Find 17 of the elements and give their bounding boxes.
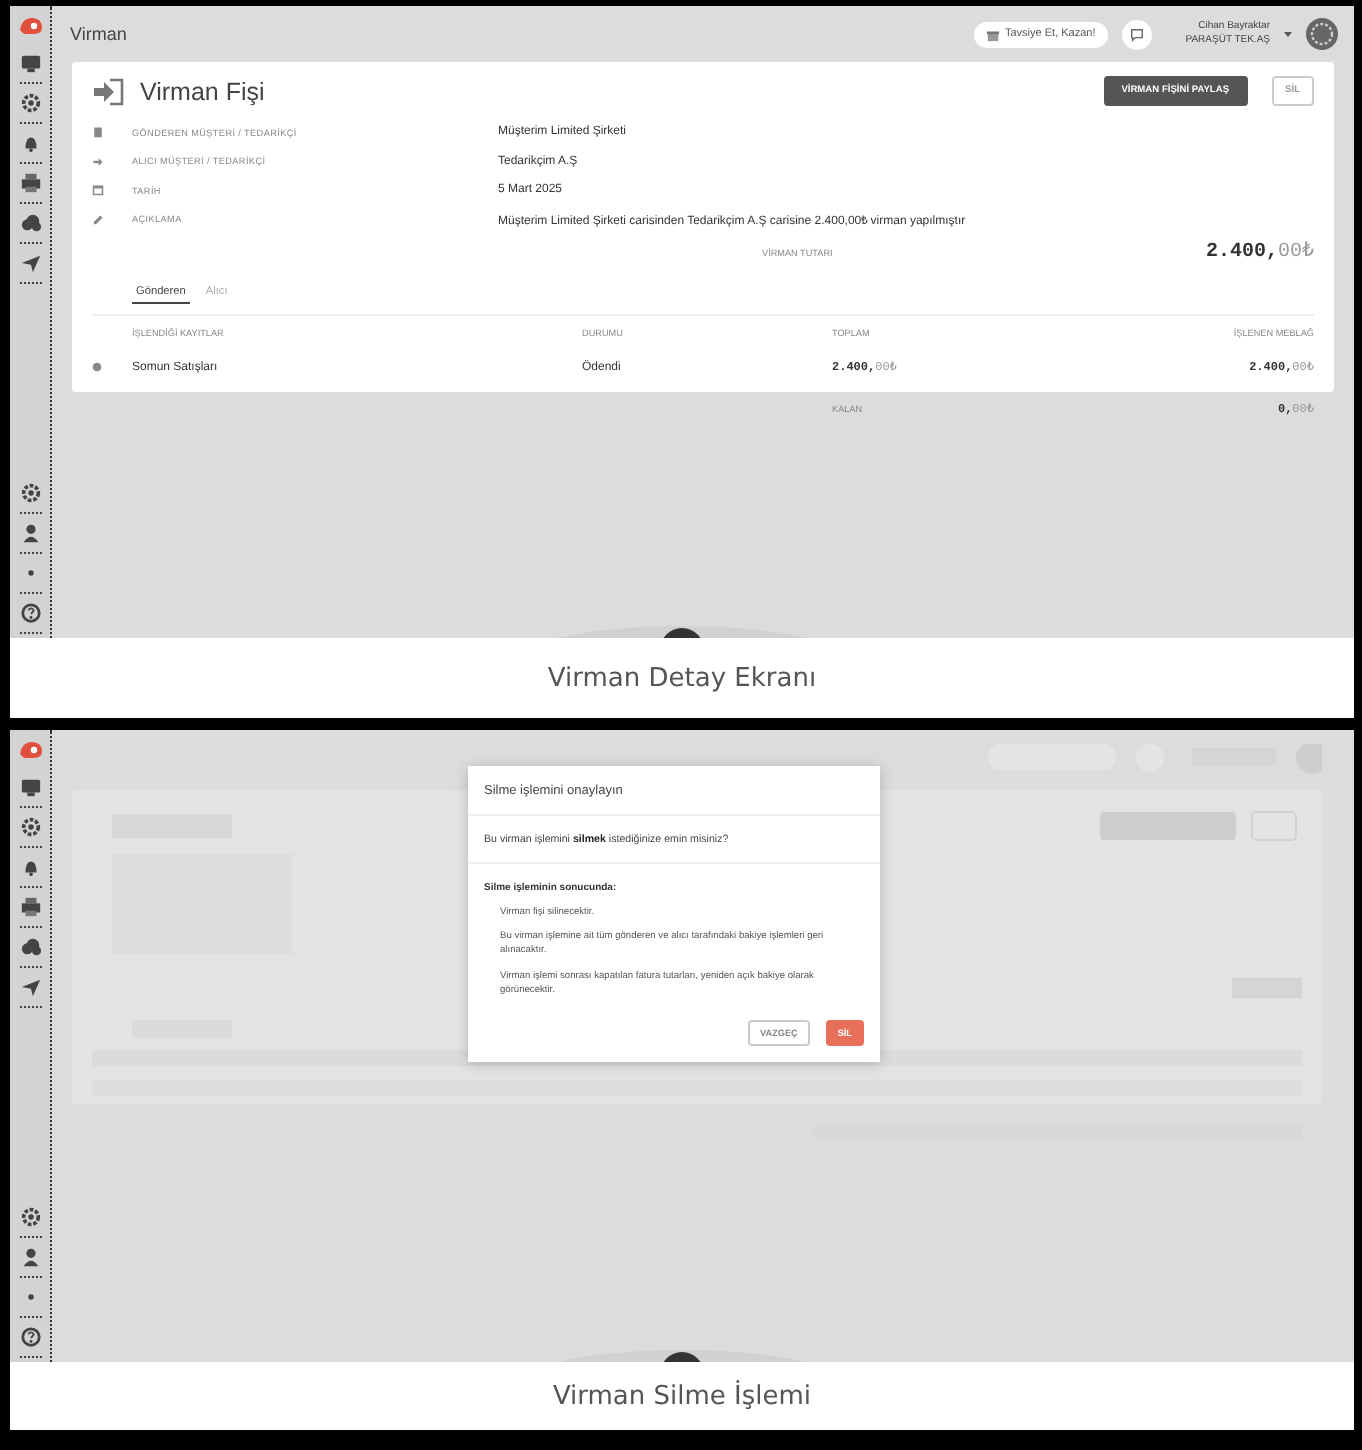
caret-icon[interactable] [1284, 30, 1292, 38]
chat-button[interactable] [1121, 19, 1152, 49]
chat-icon [1129, 27, 1144, 41]
pencil-icon [92, 213, 104, 226]
logo-icon[interactable] [17, 738, 43, 760]
page-title: Virman [70, 24, 127, 44]
figure-caption: Virman Detay Ekranı [547, 663, 817, 693]
record-icon [92, 362, 102, 372]
total-amount: 2.400,00₺ [1205, 240, 1314, 264]
sign-in-icon [92, 77, 124, 105]
gift-icon [985, 27, 999, 41]
figure-caption: Virman Silme İşlemi [552, 1381, 812, 1411]
voucher-title: Virman Fişi [140, 77, 265, 105]
logo-icon[interactable] [17, 14, 43, 36]
calendar-icon [92, 184, 104, 197]
avatar[interactable] [1306, 18, 1338, 50]
arrow-icon [92, 155, 104, 168]
